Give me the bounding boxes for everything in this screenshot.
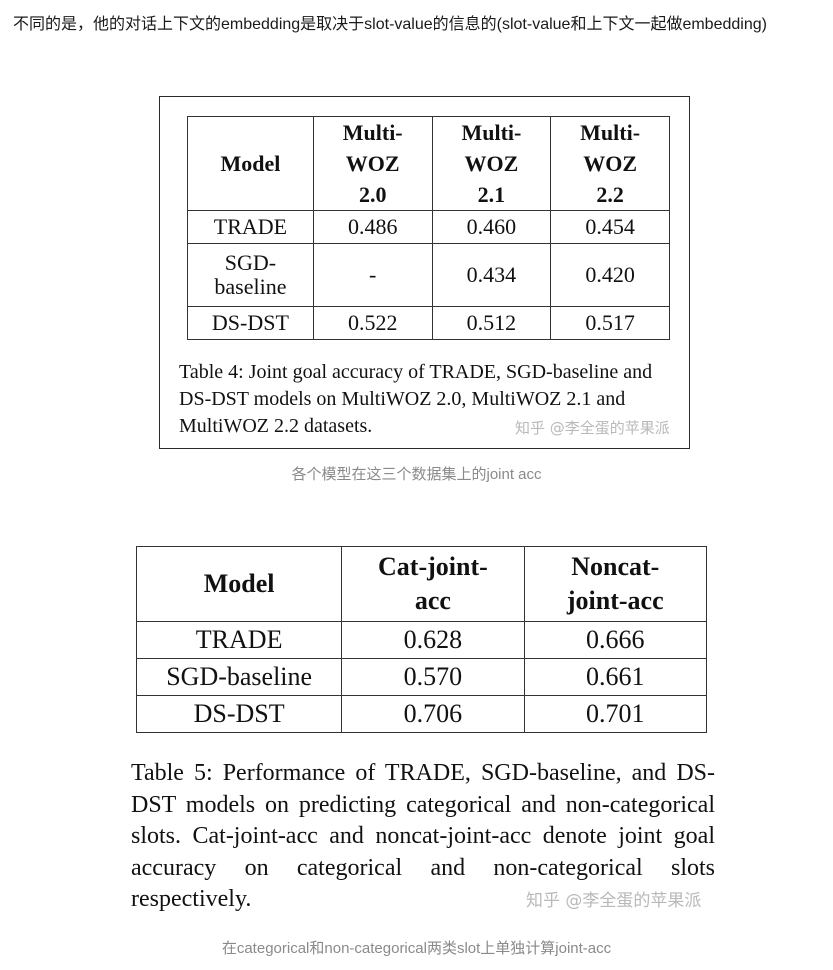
table5: Model Cat-joint-acc Noncat-joint-acc TRA…	[135, 546, 708, 733]
table4-header-model: Model	[187, 116, 314, 211]
table5-header-row: Model Cat-joint-acc Noncat-joint-acc	[135, 546, 708, 622]
table4: Model Multi- WOZ 2.0 Multi- WOZ 2.1 Multi- WO…	[187, 116, 670, 340]
table4-cell: 0.486	[312, 210, 433, 244]
watermark: 知乎 @李全蛋的苹果派	[515, 419, 670, 437]
table5-cell: TRADE	[135, 621, 343, 659]
table-row: SGD-baseline - 0.434 0.420	[187, 243, 670, 307]
table5-cell: SGD-baseline	[135, 658, 343, 696]
table-row: DS-DST 0.706 0.701	[135, 695, 708, 733]
table4-cell: SGD-baseline	[187, 243, 314, 307]
table4-cell: 0.460	[431, 210, 552, 244]
table5-cell: 0.666	[523, 621, 708, 659]
table5-header-cat: Cat-joint-acc	[341, 546, 525, 622]
table4-cell: DS-DST	[187, 306, 314, 340]
table4-cell: 0.517	[550, 306, 670, 340]
table4-cell: 0.420	[550, 243, 670, 307]
table4-cell: 0.454	[550, 210, 670, 244]
table4-figure: Model Multi- WOZ 2.0 Multi- WOZ 2.1 Multi- WO…	[159, 96, 690, 449]
intro-paragraph: 不同的是，他的对话上下文的embedding是取决于slot-value的信息的…	[13, 16, 767, 33]
table5-header-noncat: Noncat-joint-acc	[523, 546, 708, 622]
table4-cell: 0.512	[431, 306, 552, 340]
table4-cell: -	[312, 243, 433, 307]
table4-cell: 0.522	[312, 306, 433, 340]
table5-cell: 0.628	[341, 621, 525, 659]
table-row: TRADE 0.628 0.666	[135, 621, 708, 659]
table5-header-model: Model	[135, 546, 343, 622]
table4-header-mwoz21: Multi- WOZ 2.1	[431, 116, 552, 211]
table5-cell: DS-DST	[135, 695, 343, 733]
watermark: 知乎 @李全蛋的苹果派	[526, 891, 702, 911]
figure1-caption: 各个模型在这三个数据集上的joint acc	[291, 466, 542, 483]
table5-cell: 0.570	[341, 658, 525, 696]
table4-header-row: Model Multi- WOZ 2.0 Multi- WOZ 2.1 Multi- WO…	[187, 116, 670, 211]
table-row: SGD-baseline 0.570 0.661	[135, 658, 708, 696]
table5-cell: 0.706	[341, 695, 525, 733]
table5-cell: 0.701	[523, 695, 708, 733]
figure2-caption: 在categorical和non-categorical两类slot上单独计算j…	[221, 940, 612, 957]
table4-header-mwoz22: Multi- WOZ 2.2	[550, 116, 670, 211]
table-row: DS-DST 0.522 0.512 0.517	[187, 306, 670, 340]
table4-cell: TRADE	[187, 210, 314, 244]
table4-header-mwoz20: Multi- WOZ 2.0	[312, 116, 433, 211]
table5-cell: 0.661	[523, 658, 708, 696]
table4-cell: 0.434	[431, 243, 552, 307]
table-row: TRADE 0.486 0.460 0.454	[187, 210, 670, 244]
